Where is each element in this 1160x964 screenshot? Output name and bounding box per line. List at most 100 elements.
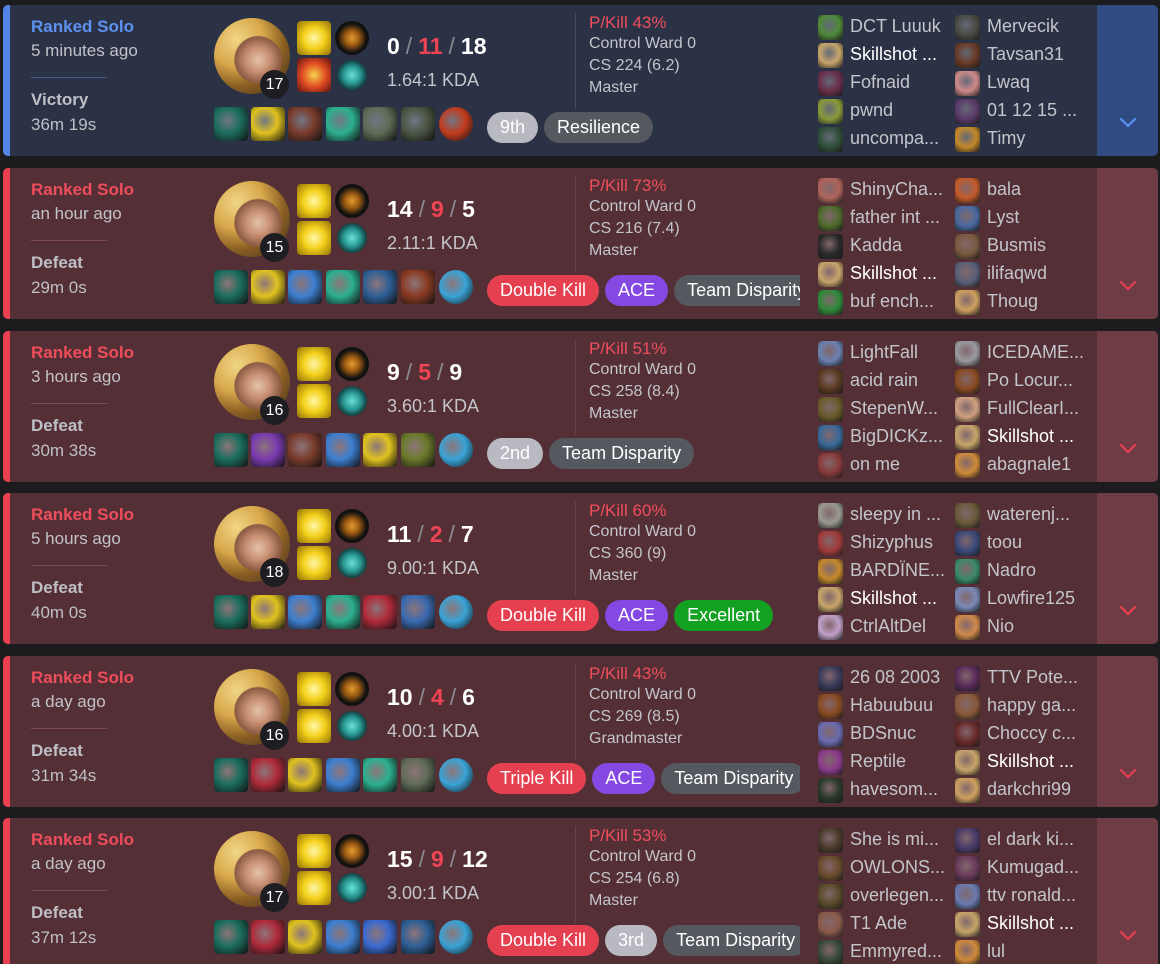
item-icon[interactable] <box>363 920 397 954</box>
participant-name[interactable]: Mervecik <box>987 16 1091 37</box>
item-icon[interactable] <box>326 433 360 467</box>
participant[interactable]: havesom... <box>816 776 956 804</box>
participant-name[interactable]: Skillshot ... <box>850 44 954 65</box>
participant-name[interactable]: ICEDAME... <box>987 342 1091 363</box>
participant-name[interactable]: Shizyphus <box>850 532 954 553</box>
participant-name[interactable]: Choccy c... <box>987 723 1091 744</box>
item-icon[interactable] <box>251 595 285 629</box>
participant-name[interactable]: Lwaq <box>987 72 1091 93</box>
participant-name[interactable]: Busmis <box>987 235 1091 256</box>
participant[interactable]: sleepy in ... <box>816 501 956 529</box>
participant-name[interactable]: FullClearI... <box>987 398 1091 419</box>
participant-name[interactable]: She is mi... <box>850 829 954 850</box>
participant-name[interactable]: toou <box>987 532 1091 553</box>
participant-name[interactable]: lul <box>987 941 1091 962</box>
participant-name[interactable]: father int ... <box>850 207 954 228</box>
participant[interactable]: FullClearI... <box>953 395 1093 423</box>
item-icon[interactable] <box>288 758 322 792</box>
participant[interactable]: Po Locur... <box>953 367 1093 395</box>
trinket-item-icon[interactable] <box>439 433 473 467</box>
participant-name[interactable]: DCT Luuuk <box>850 16 954 37</box>
participant-name[interactable]: buf ench... <box>850 291 954 312</box>
match-card[interactable]: Ranked Solo a day ago Defeat 31m 34s 16 10/4/… <box>3 656 1158 807</box>
participant-name[interactable]: OWLONS... <box>850 857 954 878</box>
participant[interactable]: Thoug <box>953 288 1093 316</box>
participant[interactable]: ttv ronald... <box>953 882 1093 910</box>
trinket-item-icon[interactable] <box>439 920 473 954</box>
participant-name[interactable]: Skillshot ... <box>850 588 954 609</box>
participant-name[interactable]: abagnale1 <box>987 454 1091 475</box>
match-card[interactable]: Ranked Solo a day ago Defeat 37m 12s 17 15/9/… <box>3 818 1158 964</box>
item-icon[interactable] <box>401 433 435 467</box>
participant[interactable]: acid rain <box>816 367 956 395</box>
item-icon[interactable] <box>326 595 360 629</box>
participant[interactable]: ICEDAME... <box>953 339 1093 367</box>
participant-name[interactable]: Thoug <box>987 291 1091 312</box>
participant-name[interactable]: acid rain <box>850 370 954 391</box>
trinket-item-icon[interactable] <box>439 107 473 141</box>
participant-name[interactable]: Nadro <box>987 560 1091 581</box>
item-icon[interactable] <box>214 920 248 954</box>
item-icon[interactable] <box>214 595 248 629</box>
expand-details-button[interactable] <box>1097 818 1158 964</box>
participant[interactable]: Nadro <box>953 557 1093 585</box>
participant-name[interactable]: Lyst <box>987 207 1091 228</box>
participant[interactable]: ShinyCha... <box>816 176 956 204</box>
item-icon[interactable] <box>288 595 322 629</box>
item-icon[interactable] <box>251 758 285 792</box>
participant[interactable]: bala <box>953 176 1093 204</box>
participant-name[interactable]: waterenj... <box>987 504 1091 525</box>
participant[interactable]: Nio <box>953 613 1093 641</box>
participant-name[interactable]: Reptile <box>850 751 954 772</box>
participant[interactable]: Emmyred... <box>816 938 956 964</box>
participant[interactable]: CtrlAltDel <box>816 613 956 641</box>
participant-name[interactable]: TTV Pote... <box>987 667 1091 688</box>
match-card[interactable]: Ranked Solo 3 hours ago Defeat 30m 38s 16 9/5… <box>3 331 1158 482</box>
participant-name[interactable]: on me <box>850 454 954 475</box>
participant[interactable]: 26 08 2003 <box>816 664 956 692</box>
expand-details-button[interactable] <box>1097 331 1158 482</box>
participant[interactable]: Skillshot ... <box>953 910 1093 938</box>
participant[interactable]: on me <box>816 451 956 479</box>
item-icon[interactable] <box>288 107 322 141</box>
participant[interactable]: uncompa... <box>816 125 956 153</box>
participant-name[interactable]: havesom... <box>850 779 954 800</box>
participant-name[interactable]: BARDÏNE... <box>850 560 954 581</box>
participant-name[interactable]: Skillshot ... <box>987 426 1091 447</box>
participant-name[interactable]: pwnd <box>850 100 954 121</box>
participant[interactable]: Lowfire125 <box>953 585 1093 613</box>
participant[interactable]: Choccy c... <box>953 720 1093 748</box>
expand-details-button[interactable] <box>1097 5 1158 156</box>
expand-details-button[interactable] <box>1097 656 1158 807</box>
participant[interactable]: Shizyphus <box>816 529 956 557</box>
participant-name[interactable]: el dark ki... <box>987 829 1091 850</box>
participant-name[interactable]: T1 Ade <box>850 913 954 934</box>
participant[interactable]: Lyst <box>953 204 1093 232</box>
participant[interactable]: Kadda <box>816 232 956 260</box>
item-icon[interactable] <box>251 107 285 141</box>
participant-name[interactable]: Habuubuu <box>850 695 954 716</box>
item-icon[interactable] <box>363 107 397 141</box>
participant[interactable]: lul <box>953 938 1093 964</box>
item-icon[interactable] <box>214 107 248 141</box>
item-icon[interactable] <box>401 270 435 304</box>
item-icon[interactable] <box>214 758 248 792</box>
participant[interactable]: Skillshot ... <box>816 585 956 613</box>
participant[interactable]: BARDÏNE... <box>816 557 956 585</box>
participant[interactable]: Lwaq <box>953 69 1093 97</box>
participant[interactable]: Skillshot ... <box>953 748 1093 776</box>
participant-name[interactable]: darkchri99 <box>987 779 1091 800</box>
participant-name[interactable]: Kumugad... <box>987 857 1091 878</box>
participant[interactable]: Skillshot ... <box>816 41 956 69</box>
participant-name[interactable]: Skillshot ... <box>850 263 954 284</box>
participant-name[interactable]: StepenW... <box>850 398 954 419</box>
item-icon[interactable] <box>214 270 248 304</box>
item-icon[interactable] <box>363 270 397 304</box>
participant[interactable]: overlegen... <box>816 882 956 910</box>
trinket-item-icon[interactable] <box>439 758 473 792</box>
match-card[interactable]: Ranked Solo an hour ago Defeat 29m 0s 15 14/9… <box>3 168 1158 319</box>
participant[interactable]: Skillshot ... <box>953 423 1093 451</box>
participant[interactable]: LightFall <box>816 339 956 367</box>
participant-name[interactable]: ilifaqwd <box>987 263 1091 284</box>
item-icon[interactable] <box>401 920 435 954</box>
